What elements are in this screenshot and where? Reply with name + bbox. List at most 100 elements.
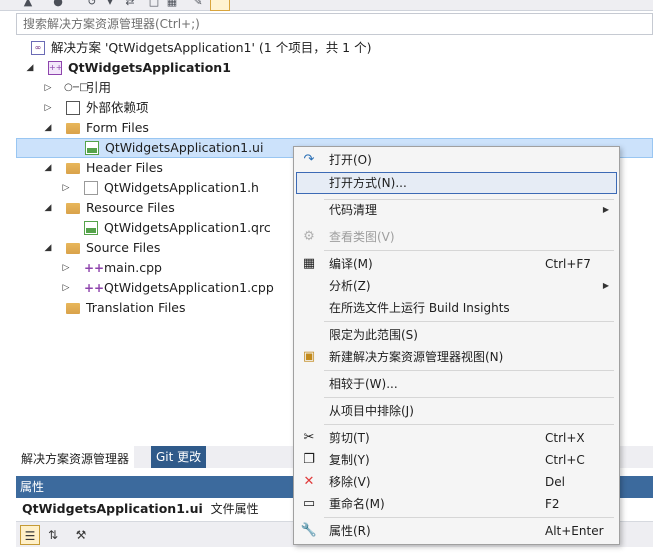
- source-files-label: Source Files: [86, 240, 161, 255]
- search-input[interactable]: 搜索解决方案资源管理器(Ctrl+;): [16, 13, 653, 35]
- preview-toggle-button[interactable]: [210, 0, 230, 11]
- menu-item-open-with[interactable]: 打开方式(N)...: [296, 172, 617, 194]
- menu-separator: [324, 397, 614, 398]
- menu-label: 编译(M): [329, 257, 373, 271]
- chevron-down-icon[interactable]: ▾: [104, 0, 116, 8]
- menu-item-remove[interactable]: ✕ 移除(V) Del: [296, 471, 617, 493]
- menu-label: 在所选文件上运行 Build Insights: [329, 301, 510, 315]
- filter-folder-icon: [66, 123, 80, 134]
- collapsed-arrow-icon[interactable]: ▷: [60, 278, 72, 298]
- history-icon[interactable]: ↺: [86, 0, 98, 8]
- menu-shortcut: Alt+Enter: [545, 524, 604, 538]
- menu-separator: [324, 321, 614, 322]
- submenu-arrow-icon: ▶: [602, 205, 609, 214]
- collapsed-arrow-icon[interactable]: ▷: [42, 98, 54, 118]
- menu-item-rename[interactable]: ▭ 重命名(M) F2: [296, 493, 617, 515]
- menu-label: 复制(Y): [329, 453, 370, 467]
- ui-file-icon: [85, 141, 99, 155]
- solution-explorer-toolbar: ▲ ● ↺ ▾ ⇄ □ ▦ ✎: [0, 0, 653, 11]
- solution-icon: ∞: [31, 41, 45, 55]
- tab-git-changes[interactable]: Git 更改: [151, 446, 207, 468]
- menu-item-exclude-from-project[interactable]: 从项目中排除(J): [296, 400, 617, 422]
- translation-files-label: Translation Files: [86, 300, 186, 315]
- menu-label: 相较于(W)...: [329, 377, 398, 391]
- expanded-arrow-icon[interactable]: ◢: [42, 238, 54, 258]
- expanded-arrow-icon[interactable]: ◢: [24, 58, 36, 78]
- menu-item-analyze[interactable]: 分析(Z) ▶: [296, 275, 617, 297]
- expanded-arrow-icon[interactable]: ◢: [42, 118, 54, 138]
- filter-folder-icon: [66, 163, 80, 174]
- menu-label: 打开方式(N)...: [329, 176, 407, 190]
- menu-label: 代码清理: [329, 203, 378, 217]
- qrc-file-label: QtWidgetsApplication1.qrc: [104, 220, 271, 235]
- tree-row-project[interactable]: ◢ ++ QtWidgetsApplication1: [16, 58, 653, 78]
- properties-object-type: 文件属性: [210, 502, 259, 516]
- menu-item-cut[interactable]: ✂ 剪切(T) Ctrl+X: [296, 427, 617, 449]
- references-icon: ○−□: [64, 82, 89, 93]
- wrench-icon[interactable]: ⚒: [71, 525, 91, 545]
- menu-separator: [324, 424, 614, 425]
- expanded-arrow-icon[interactable]: ◢: [42, 198, 54, 218]
- menu-item-copy[interactable]: ❐ 复制(Y) Ctrl+C: [296, 449, 617, 471]
- wrench-icon[interactable]: ✎: [192, 0, 204, 8]
- collapsed-arrow-icon[interactable]: ▷: [60, 258, 72, 278]
- cpp-file-icon: ++: [84, 261, 105, 275]
- menu-item-view-class-diagram[interactable]: ⚙ 查看类图(V): [296, 226, 617, 248]
- open-arrow-icon: ↷: [303, 152, 315, 167]
- references-label: 引用: [86, 80, 112, 95]
- menu-item-open[interactable]: ↷ 打开(O): [296, 149, 617, 171]
- new-view-icon: ▣: [302, 349, 316, 364]
- menu-label: 查看类图(V): [329, 230, 395, 244]
- cpp-file-icon: ++: [84, 281, 105, 295]
- menu-item-compile[interactable]: ▦ 编译(M) Ctrl+F7: [296, 253, 617, 275]
- sort-alphabetical-icon[interactable]: ⇅: [43, 525, 63, 545]
- menu-label: 移除(V): [329, 475, 371, 489]
- header-files-label: Header Files: [86, 160, 163, 175]
- properties-object-name: QtWidgetsApplication1.ui: [22, 501, 203, 516]
- menu-item-compare-with[interactable]: 相较于(W)...: [296, 373, 617, 395]
- collapsed-arrow-icon[interactable]: ▷: [60, 178, 72, 198]
- collapsed-arrow-icon[interactable]: ▷: [42, 78, 54, 98]
- categorized-icon[interactable]: ☰: [20, 525, 40, 545]
- wrench-icon: 🔧: [300, 523, 318, 538]
- main-cpp-label: main.cpp: [104, 260, 162, 275]
- menu-item-new-explorer-view[interactable]: ▣ 新建解决方案资源管理器视图(N): [296, 346, 617, 368]
- menu-label: 从项目中排除(J): [329, 404, 414, 418]
- menu-label: 新建解决方案资源管理器视图(N): [329, 350, 504, 364]
- sync-icon[interactable]: ⇄: [124, 0, 136, 8]
- remove-x-icon: ✕: [303, 474, 315, 489]
- menu-label: 限定为此范围(S): [329, 328, 418, 342]
- menu-separator: [324, 370, 614, 371]
- menu-item-scope-to-this[interactable]: 限定为此范围(S): [296, 324, 617, 346]
- menu-label: 属性(R): [329, 524, 371, 538]
- tree-row-external-deps[interactable]: ▷ 外部依赖项: [16, 98, 653, 118]
- menu-item-run-build-insights[interactable]: 在所选文件上运行 Build Insights: [296, 297, 617, 319]
- rename-icon: ▭: [302, 496, 316, 511]
- context-menu: ↷ 打开(O) 打开方式(N)... 代码清理 ▶ ⚙ 查看类图(V) ▦ 编译…: [293, 146, 620, 545]
- header-file-icon: [84, 181, 98, 195]
- copy-icon: ❐: [303, 452, 315, 467]
- qrc-file-icon: [84, 221, 98, 235]
- solution-label: 解决方案 'QtWidgetsApplication1' (1 个项目，共 1 …: [51, 40, 372, 55]
- tree-row-form-files[interactable]: ◢ Form Files: [16, 118, 653, 138]
- submenu-arrow-icon: ▶: [602, 281, 609, 290]
- tree-row-solution[interactable]: ∞ 解决方案 'QtWidgetsApplication1' (1 个项目，共 …: [16, 38, 653, 58]
- header-file-label: QtWidgetsApplication1.h: [104, 180, 259, 195]
- menu-label: 打开(O): [329, 153, 372, 167]
- menu-label: 重命名(M): [329, 497, 385, 511]
- filter-folder-icon: [66, 243, 80, 254]
- menu-item-code-cleanup[interactable]: 代码清理 ▶: [296, 199, 617, 221]
- vs-icon[interactable]: ▲: [22, 0, 34, 8]
- menu-item-properties[interactable]: 🔧 属性(R) Alt+Enter: [296, 520, 617, 542]
- tree-row-references[interactable]: ▷ ○−□ 引用: [16, 78, 653, 98]
- collapse-all-icon[interactable]: □: [148, 0, 160, 8]
- menu-shortcut: F2: [545, 497, 560, 511]
- menu-shortcut: Ctrl+X: [545, 431, 585, 445]
- git-icon[interactable]: ●: [52, 0, 64, 8]
- qt-project-icon: ++: [48, 61, 62, 75]
- menu-shortcut: Ctrl+F7: [545, 257, 591, 271]
- show-files-icon[interactable]: ▦: [166, 0, 178, 8]
- tab-solution-explorer[interactable]: 解决方案资源管理器: [16, 446, 135, 468]
- expanded-arrow-icon[interactable]: ◢: [42, 158, 54, 178]
- menu-separator: [324, 250, 614, 251]
